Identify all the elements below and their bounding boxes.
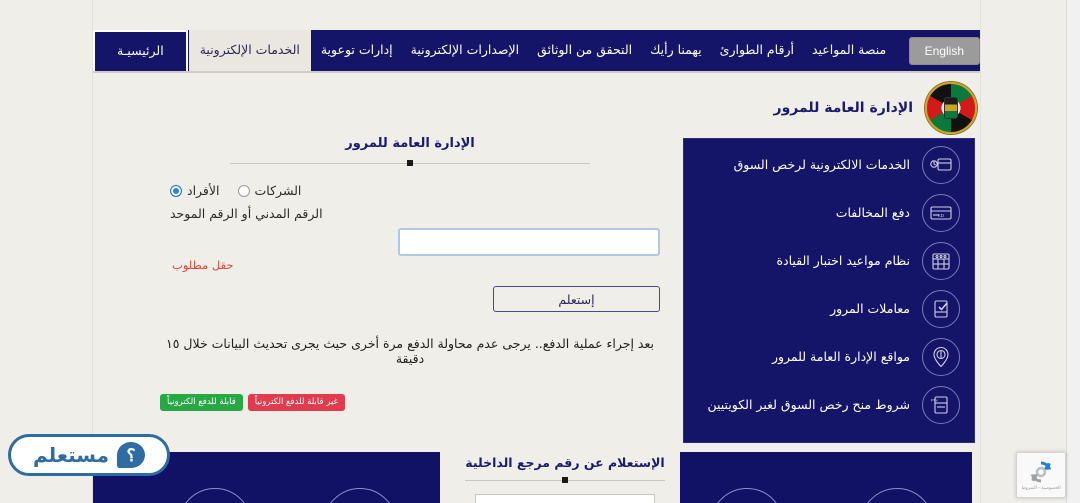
sidebar-item-license-conditions-non-kuwaitis[interactable]: PIN شروط منح رخص السوق لغير الكويتيين bbox=[684, 383, 974, 427]
nav-item-your-opinion[interactable]: يهمنا رأيك bbox=[641, 30, 711, 71]
nav-item-appointments-platform[interactable]: منصة المواعيد bbox=[803, 30, 895, 71]
recaptcha-privacy-terms-label[interactable]: الخصوصية - الشروط bbox=[1021, 486, 1060, 492]
nav-label: الرئيسيـة bbox=[117, 43, 164, 59]
traffic-department-emblem-icon bbox=[925, 82, 977, 134]
sidebar-item-driving-test-appointments[interactable]: نظام مواعيد اختبار القيادة bbox=[684, 239, 974, 283]
car-license-icon bbox=[922, 146, 960, 184]
badge-not-payable-online[interactable]: غير قابلة للدفع الكترونياً bbox=[247, 394, 345, 411]
sidebar-item-label: الخدمات الالكترونية لرخص السوق bbox=[733, 156, 910, 172]
radio-label: الأفراد bbox=[187, 183, 220, 198]
nav-item-e-services[interactable]: الخدمات الإلكترونية bbox=[187, 30, 312, 71]
nav-label: التحقق من الوثائق bbox=[537, 42, 633, 58]
nav-label: إدارات توعوية bbox=[320, 42, 393, 58]
nav-item-awareness[interactable]: إدارات توعوية bbox=[312, 30, 402, 71]
payment-notice-text: بعد إجراء عملية الدفع.. يرجى عدم محاولة … bbox=[166, 336, 654, 366]
section-divider bbox=[230, 159, 590, 169]
nav-item-home[interactable]: الرئيسيـة bbox=[93, 30, 188, 71]
decorative-circle bbox=[860, 488, 934, 503]
payment-card-icon: KD bbox=[922, 194, 960, 232]
question-bubble-icon: ؟ bbox=[117, 442, 146, 468]
decorative-circle bbox=[178, 488, 252, 503]
nav-item-e-publications[interactable]: الإصدارات الإلكترونية bbox=[402, 30, 528, 71]
sidebar-item-label: نظام مواعيد اختبار القيادة bbox=[776, 252, 910, 268]
calendar-icon bbox=[922, 242, 960, 280]
form-section-title: الإدارة العامة للمرور bbox=[345, 136, 475, 151]
svg-text:PIN: PIN bbox=[931, 398, 938, 403]
mustaalim-watermark-logo: مستعلم ؟ bbox=[8, 434, 170, 476]
nav-label: يهمنا رأيك bbox=[650, 42, 702, 58]
passport-icon: PIN bbox=[922, 386, 960, 424]
brand-header: الإدارة العامة للمرور bbox=[774, 82, 977, 134]
nav-label: منصة المواعيد bbox=[811, 42, 887, 58]
watermark-symbol: ؟ bbox=[126, 445, 136, 465]
inquiry-form: الإدارة العامة للمرور الأفراد الشركات ال… bbox=[160, 136, 660, 411]
radio-label: الشركات bbox=[254, 183, 302, 198]
recaptcha-icon bbox=[1030, 461, 1052, 483]
decorative-circle bbox=[710, 488, 784, 503]
radio-option-individuals[interactable]: الأفراد bbox=[170, 183, 220, 198]
nav-item-emergency-numbers[interactable]: أرقام الطوارئ bbox=[711, 30, 803, 71]
svg-text:KD: KD bbox=[938, 213, 945, 218]
field-error-message: حقل مطلوب bbox=[172, 258, 234, 272]
sidebar-item-driving-license-eservices[interactable]: الخدمات الالكترونية لرخص السوق bbox=[684, 143, 974, 187]
civil-id-input[interactable] bbox=[398, 228, 660, 256]
sidebar-item-label: دفع المخالفات bbox=[835, 204, 910, 220]
nav-label: أرقام الطوارئ bbox=[719, 42, 794, 58]
services-sidebar: الخدمات الالكترونية لرخص السوق KD دفع ال… bbox=[683, 138, 975, 443]
sidebar-item-traffic-department-locations[interactable]: مواقع الإدارة العامة للمرور bbox=[684, 335, 974, 379]
radio-option-companies[interactable]: الشركات bbox=[237, 183, 302, 198]
page-scrollbar[interactable] bbox=[1066, 0, 1080, 503]
sidebar-item-traffic-transactions[interactable]: معاملات المرور bbox=[684, 287, 974, 331]
sidebar-item-label: معاملات المرور bbox=[830, 300, 910, 316]
ministry-reference-inquiry: الإستعلام عن رقم مرجع الداخلية bbox=[440, 455, 690, 503]
main-navigation: الرئيسيـة الخدمات الإلكترونية إدارات توع… bbox=[93, 30, 980, 73]
map-pin-icon bbox=[922, 338, 960, 376]
bottom-services-block-right bbox=[680, 452, 972, 503]
badge-payable-online[interactable]: قابلة للدفع الكترونياً bbox=[160, 394, 243, 411]
language-toggle-button[interactable]: English bbox=[908, 36, 980, 65]
payment-legend: قابلة للدفع الكترونياً غير قابلة للدفع ا… bbox=[160, 394, 660, 411]
recaptcha-badge[interactable]: الخصوصية - الشروط bbox=[1016, 452, 1066, 498]
nav-label: الخدمات الإلكترونية bbox=[199, 42, 300, 58]
bottom-section-title: الإستعلام عن رقم مرجع الداخلية bbox=[465, 455, 665, 470]
sidebar-item-label: شروط منح رخص السوق لغير الكويتيين bbox=[707, 396, 911, 412]
sidebar-item-label: مواقع الإدارة العامة للمرور bbox=[771, 348, 910, 364]
nav-item-verify-documents[interactable]: التحقق من الوثائق bbox=[528, 30, 641, 71]
inquiry-submit-button[interactable]: إستعلم bbox=[493, 286, 660, 312]
decorative-circle bbox=[323, 488, 397, 503]
bottom-section-divider bbox=[465, 476, 665, 486]
civil-id-field-label: الرقم المدني أو الرقم الموحد bbox=[170, 206, 323, 221]
divider-dot bbox=[407, 160, 413, 166]
sidebar-item-pay-violations[interactable]: KD دفع المخالفات bbox=[684, 191, 974, 235]
radio-indicator[interactable] bbox=[237, 184, 250, 197]
reference-number-input[interactable] bbox=[475, 494, 655, 503]
radio-indicator[interactable] bbox=[170, 184, 182, 197]
nav-label: الإصدارات الإلكترونية bbox=[410, 42, 520, 58]
page-root: الرئيسيـة الخدمات الإلكترونية إدارات توع… bbox=[0, 0, 1080, 503]
document-check-icon bbox=[922, 290, 960, 328]
brand-title: الإدارة العامة للمرور bbox=[773, 100, 913, 116]
divider-dot bbox=[562, 477, 568, 483]
applicant-type-radio-group: الأفراد الشركات bbox=[160, 183, 660, 198]
watermark-text: مستعلم bbox=[32, 443, 110, 467]
